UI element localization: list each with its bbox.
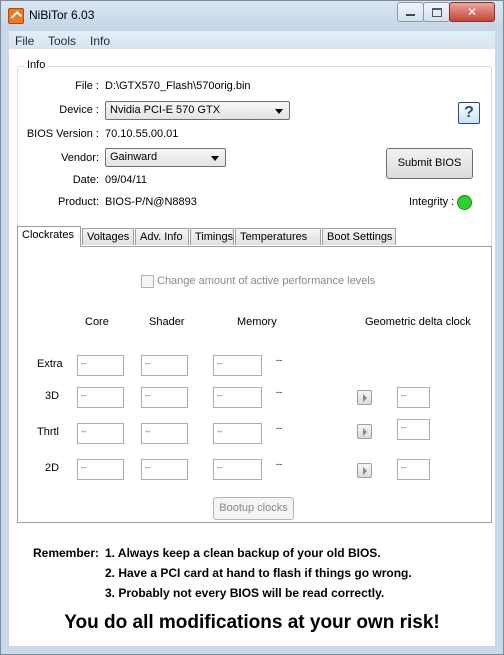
- 2d-geo-field[interactable]: --: [397, 459, 430, 480]
- close-icon: ✕: [466, 5, 478, 19]
- note-2: 2. Have a PCI card at hand to flash if t…: [105, 566, 412, 580]
- 3d-geo-field[interactable]: --: [397, 387, 430, 408]
- 2d-shader-field[interactable]: --: [141, 459, 188, 480]
- app-window: NiBiTor 6.03 ✕ File Tools Info Info File…: [0, 0, 504, 655]
- device-label: Device :: [59, 104, 99, 116]
- product-label: Product:: [58, 196, 99, 208]
- chevron-down-icon: [275, 109, 283, 114]
- minimize-button[interactable]: [397, 2, 424, 22]
- risk-warning: You do all modifications at your own ris…: [64, 612, 440, 633]
- thrtl-geo-arrow-button[interactable]: [357, 424, 372, 439]
- close-button[interactable]: ✕: [449, 2, 495, 22]
- product-value: BIOS-P/N@N8893: [105, 196, 197, 208]
- note-1: 1. Always keep a clean backup of your ol…: [105, 546, 381, 560]
- bootup-clocks-button[interactable]: Bootup clocks: [213, 497, 294, 520]
- help-button[interactable]: ?: [458, 102, 480, 124]
- col-shader-header: Shader: [149, 316, 185, 328]
- device-select-value: Nvidia PCI-E 570 GTX: [110, 104, 221, 116]
- device-select[interactable]: Nvidia PCI-E 570 GTX: [105, 101, 290, 120]
- thrtl-memory-field[interactable]: --: [213, 423, 262, 444]
- thrtl-shader-field[interactable]: --: [141, 423, 188, 444]
- thrtl-geo-field[interactable]: --: [397, 419, 430, 440]
- main-panel: Info File : D:\GTX570_Flash\570orig.bin …: [9, 49, 495, 646]
- thrtl-suffix: --: [276, 423, 282, 433]
- tab-adv-info[interactable]: Adv. Info: [135, 228, 189, 245]
- maximize-button[interactable]: [423, 2, 450, 22]
- extra-memory-field[interactable]: --: [213, 355, 262, 376]
- 2d-suffix: --: [276, 459, 282, 469]
- date-value: 09/04/11: [105, 174, 148, 186]
- row-label-extra: Extra: [37, 358, 63, 370]
- extra-suffix: --: [276, 355, 282, 365]
- submit-bios-label: Submit BIOS: [397, 157, 462, 169]
- row-label-2d: 2D: [45, 462, 60, 474]
- 3d-memory-field[interactable]: --: [213, 387, 262, 408]
- 2d-core-field[interactable]: --: [77, 459, 124, 480]
- submit-bios-button[interactable]: Submit BIOS: [386, 148, 473, 179]
- menu-bar: File Tools Info: [9, 31, 495, 49]
- col-geo-delta-header: Geometric delta clock: [365, 316, 471, 328]
- col-core-header: Core: [85, 316, 109, 328]
- row-label-3d: 3D: [45, 390, 60, 402]
- date-label: Date:: [72, 174, 99, 186]
- 2d-geo-arrow-button[interactable]: [357, 463, 372, 478]
- tab-clockrates[interactable]: Clockrates: [17, 226, 81, 247]
- menu-tools[interactable]: Tools: [48, 34, 76, 48]
- extra-shader-field[interactable]: --: [141, 355, 188, 376]
- info-legend: Info: [25, 59, 48, 71]
- integrity-status-indicator: [457, 195, 472, 210]
- col-memory-header: Memory: [237, 316, 277, 328]
- title-bar[interactable]: NiBiTor 6.03 ✕: [1, 1, 503, 31]
- file-value: D:\GTX570_Flash\570orig.bin: [105, 80, 251, 92]
- bios-version-label: BIOS Version :: [26, 128, 99, 140]
- vendor-label: Vendor:: [61, 152, 99, 164]
- menu-file[interactable]: File: [15, 34, 34, 48]
- file-label: File :: [75, 80, 99, 92]
- bootup-clocks-label: Bootup clocks: [219, 502, 288, 514]
- integrity-label: Integrity :: [409, 196, 455, 208]
- bios-version-value: 70.10.55.00.01: [105, 128, 179, 140]
- 3d-suffix: --: [276, 387, 282, 397]
- 3d-core-field[interactable]: --: [77, 387, 124, 408]
- perf-levels-label: Change amount of active performance leve…: [157, 275, 376, 287]
- tab-timings[interactable]: Timings: [190, 228, 234, 245]
- chevron-down-icon: [211, 156, 219, 161]
- row-label-thrtl: Thrtl: [37, 426, 59, 438]
- window-title: NiBiTor 6.03: [29, 8, 95, 22]
- note-3: 3. Probably not every BIOS will be read …: [105, 586, 385, 600]
- vendor-select[interactable]: Gainward: [105, 148, 226, 167]
- 3d-geo-arrow-button[interactable]: [357, 390, 372, 405]
- 3d-shader-field[interactable]: --: [141, 387, 188, 408]
- clockrates-panel: [17, 246, 492, 523]
- app-icon: [8, 8, 24, 24]
- question-icon: ?: [464, 104, 474, 121]
- remember-label: Remember:: [33, 546, 100, 560]
- tab-temperatures[interactable]: Temperatures: [235, 228, 321, 245]
- tab-voltages[interactable]: Voltages: [82, 228, 134, 245]
- thrtl-core-field[interactable]: --: [77, 423, 124, 444]
- extra-core-field[interactable]: --: [77, 355, 124, 376]
- vendor-select-value: Gainward: [110, 151, 158, 163]
- 2d-memory-field[interactable]: --: [213, 459, 262, 480]
- tab-boot-settings[interactable]: Boot Settings: [322, 228, 396, 245]
- perf-levels-checkbox[interactable]: [141, 275, 154, 288]
- menu-info[interactable]: Info: [90, 34, 110, 48]
